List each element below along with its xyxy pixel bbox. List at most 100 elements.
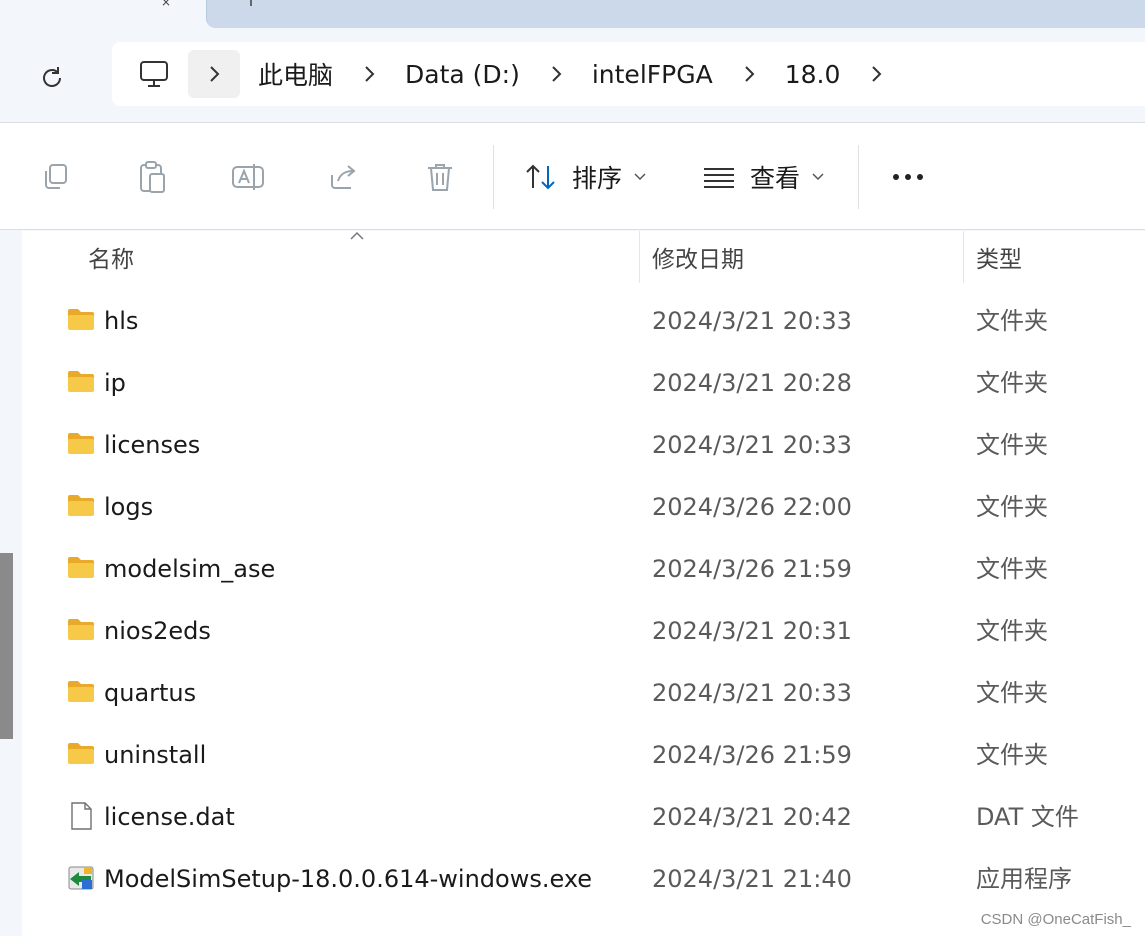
- toolbar-separator: [493, 145, 494, 209]
- file-row[interactable]: license.dat 2024/3/21 20:42 DAT 文件: [22, 787, 1145, 849]
- file-row[interactable]: logs 2024/3/26 22:00 文件夹: [22, 477, 1145, 539]
- view-label: 查看: [750, 164, 801, 193]
- scrollbar-thumb[interactable]: [0, 553, 13, 739]
- column-divider[interactable]: [639, 231, 640, 283]
- installer-icon: [66, 863, 96, 893]
- file-row[interactable]: quartus 2024/3/21 20:33 文件夹: [22, 663, 1145, 725]
- breadcrumb-chevron[interactable]: [729, 54, 769, 94]
- folder-icon: [66, 739, 96, 769]
- refresh-icon: [43, 67, 61, 87]
- folder-icon: [66, 491, 96, 521]
- share-icon: [331, 165, 356, 189]
- sort-button[interactable]: 排序: [524, 155, 646, 199]
- tab-strip: ×: [0, 0, 1145, 28]
- file-type: 文件夹: [976, 679, 1048, 707]
- view-button[interactable]: 查看: [702, 155, 824, 199]
- tab-close-icon[interactable]: ×: [156, 0, 176, 6]
- file-icon: [66, 801, 96, 831]
- copy-icon: [45, 164, 67, 189]
- chevron-right-icon: [744, 66, 755, 82]
- chevron-right-icon: [552, 66, 562, 82]
- column-header-name[interactable]: 名称: [88, 231, 134, 283]
- file-list-pane: 名称 修改日期 类型 hls 2024/3/21 20:33 文件夹 ip 2024/3…: [0, 231, 1145, 936]
- file-name: ModelSimSetup-18.0.0.614-windows.exe: [104, 865, 593, 893]
- breadcrumb-segment-drive[interactable]: Data (D:): [405, 60, 520, 89]
- copy-button[interactable]: [34, 155, 78, 199]
- breadcrumb-segment-version[interactable]: 18.0: [785, 60, 841, 89]
- file-type: 应用程序: [976, 865, 1072, 893]
- column-divider[interactable]: [963, 231, 964, 283]
- file-modified: 2024/3/21 21:40: [652, 865, 852, 893]
- folder-icon: [66, 305, 96, 335]
- file-type: 文件夹: [976, 493, 1048, 521]
- chevron-down-icon: [812, 173, 824, 181]
- folder-icon: [66, 677, 96, 707]
- column-header-modified[interactable]: 修改日期: [652, 231, 744, 283]
- breadcrumb[interactable]: 此电脑 Data (D:) intelFPGA 18.0: [112, 42, 1145, 106]
- breadcrumb-root-chevron[interactable]: [188, 50, 240, 98]
- rename-button[interactable]: [226, 155, 270, 199]
- more-options-button[interactable]: [886, 155, 930, 199]
- folder-icon: [66, 367, 96, 397]
- folder-icon: [66, 429, 96, 459]
- delete-button[interactable]: [418, 155, 462, 199]
- file-type: 文件夹: [976, 741, 1048, 769]
- paste-icon: [140, 161, 165, 193]
- file-row[interactable]: licenses 2024/3/21 20:33 文件夹: [22, 415, 1145, 477]
- breadcrumb-chevron[interactable]: [349, 54, 389, 94]
- file-name: license.dat: [104, 803, 235, 831]
- sort-ascending-icon: [350, 231, 364, 240]
- file-modified: 2024/3/26 21:59: [652, 555, 852, 583]
- file-row[interactable]: modelsim_ase 2024/3/26 21:59 文件夹: [22, 539, 1145, 601]
- address-row: 此电脑 Data (D:) intelFPGA 18.0: [0, 28, 1145, 122]
- tab-new-area[interactable]: [206, 0, 1145, 28]
- folder-icon: [66, 553, 96, 583]
- file-type: 文件夹: [976, 369, 1048, 397]
- file-type: DAT 文件: [976, 803, 1079, 831]
- file-name: logs: [104, 493, 154, 521]
- breadcrumb-segment-pc[interactable]: 此电脑: [258, 56, 333, 92]
- file-modified: 2024/3/21 20:33: [652, 679, 852, 707]
- file-modified: 2024/3/21 20:42: [652, 803, 852, 831]
- column-header-type[interactable]: 类型: [976, 231, 1022, 283]
- breadcrumb-segment-intelfpga[interactable]: intelFPGA: [592, 60, 713, 89]
- toolbar-separator: [858, 145, 859, 209]
- this-pc-icon[interactable]: [134, 54, 174, 94]
- file-name: modelsim_ase: [104, 555, 276, 583]
- file-name: licenses: [104, 431, 201, 459]
- file-name: quartus: [104, 679, 197, 707]
- folder-icon: [66, 615, 96, 645]
- sort-icon: [526, 164, 555, 190]
- file-modified: 2024/3/21 20:33: [652, 431, 852, 459]
- breadcrumb-chevron[interactable]: [856, 54, 896, 94]
- trash-icon: [428, 164, 452, 191]
- tab-divider: [250, 0, 252, 6]
- watermark: CSDN @OneCatFish_: [980, 911, 1131, 928]
- chevron-right-icon: [872, 66, 882, 82]
- chevron-right-icon: [365, 66, 375, 82]
- file-type: 文件夹: [976, 555, 1048, 583]
- file-modified: 2024/3/21 20:33: [652, 307, 852, 335]
- view-list-icon: [704, 168, 734, 188]
- file-row[interactable]: uninstall 2024/3/26 21:59 文件夹: [22, 725, 1145, 787]
- file-row[interactable]: hls 2024/3/21 20:33 文件夹: [22, 291, 1145, 353]
- refresh-button[interactable]: [30, 56, 74, 100]
- file-type: 文件夹: [976, 307, 1048, 335]
- file-row[interactable]: ip 2024/3/21 20:28 文件夹: [22, 353, 1145, 415]
- file-name: uninstall: [104, 741, 207, 769]
- rename-icon: [232, 164, 264, 190]
- more-icon: [893, 174, 923, 180]
- breadcrumb-chevron[interactable]: [536, 54, 576, 94]
- file-row[interactable]: ModelSimSetup-18.0.0.614-windows.exe 2024…: [22, 849, 1145, 911]
- paste-button[interactable]: [130, 155, 174, 199]
- chevron-down-icon: [634, 173, 646, 181]
- file-name: hls: [104, 307, 139, 335]
- file-modified: 2024/3/26 21:59: [652, 741, 852, 769]
- sort-label: 排序: [572, 164, 623, 193]
- command-bar: 排序 查看: [0, 122, 1145, 230]
- file-type: 文件夹: [976, 431, 1048, 459]
- file-row[interactable]: nios2eds 2024/3/21 20:31 文件夹: [22, 601, 1145, 663]
- file-modified: 2024/3/21 20:28: [652, 369, 852, 397]
- share-button[interactable]: [322, 155, 366, 199]
- file-name: ip: [104, 369, 126, 397]
